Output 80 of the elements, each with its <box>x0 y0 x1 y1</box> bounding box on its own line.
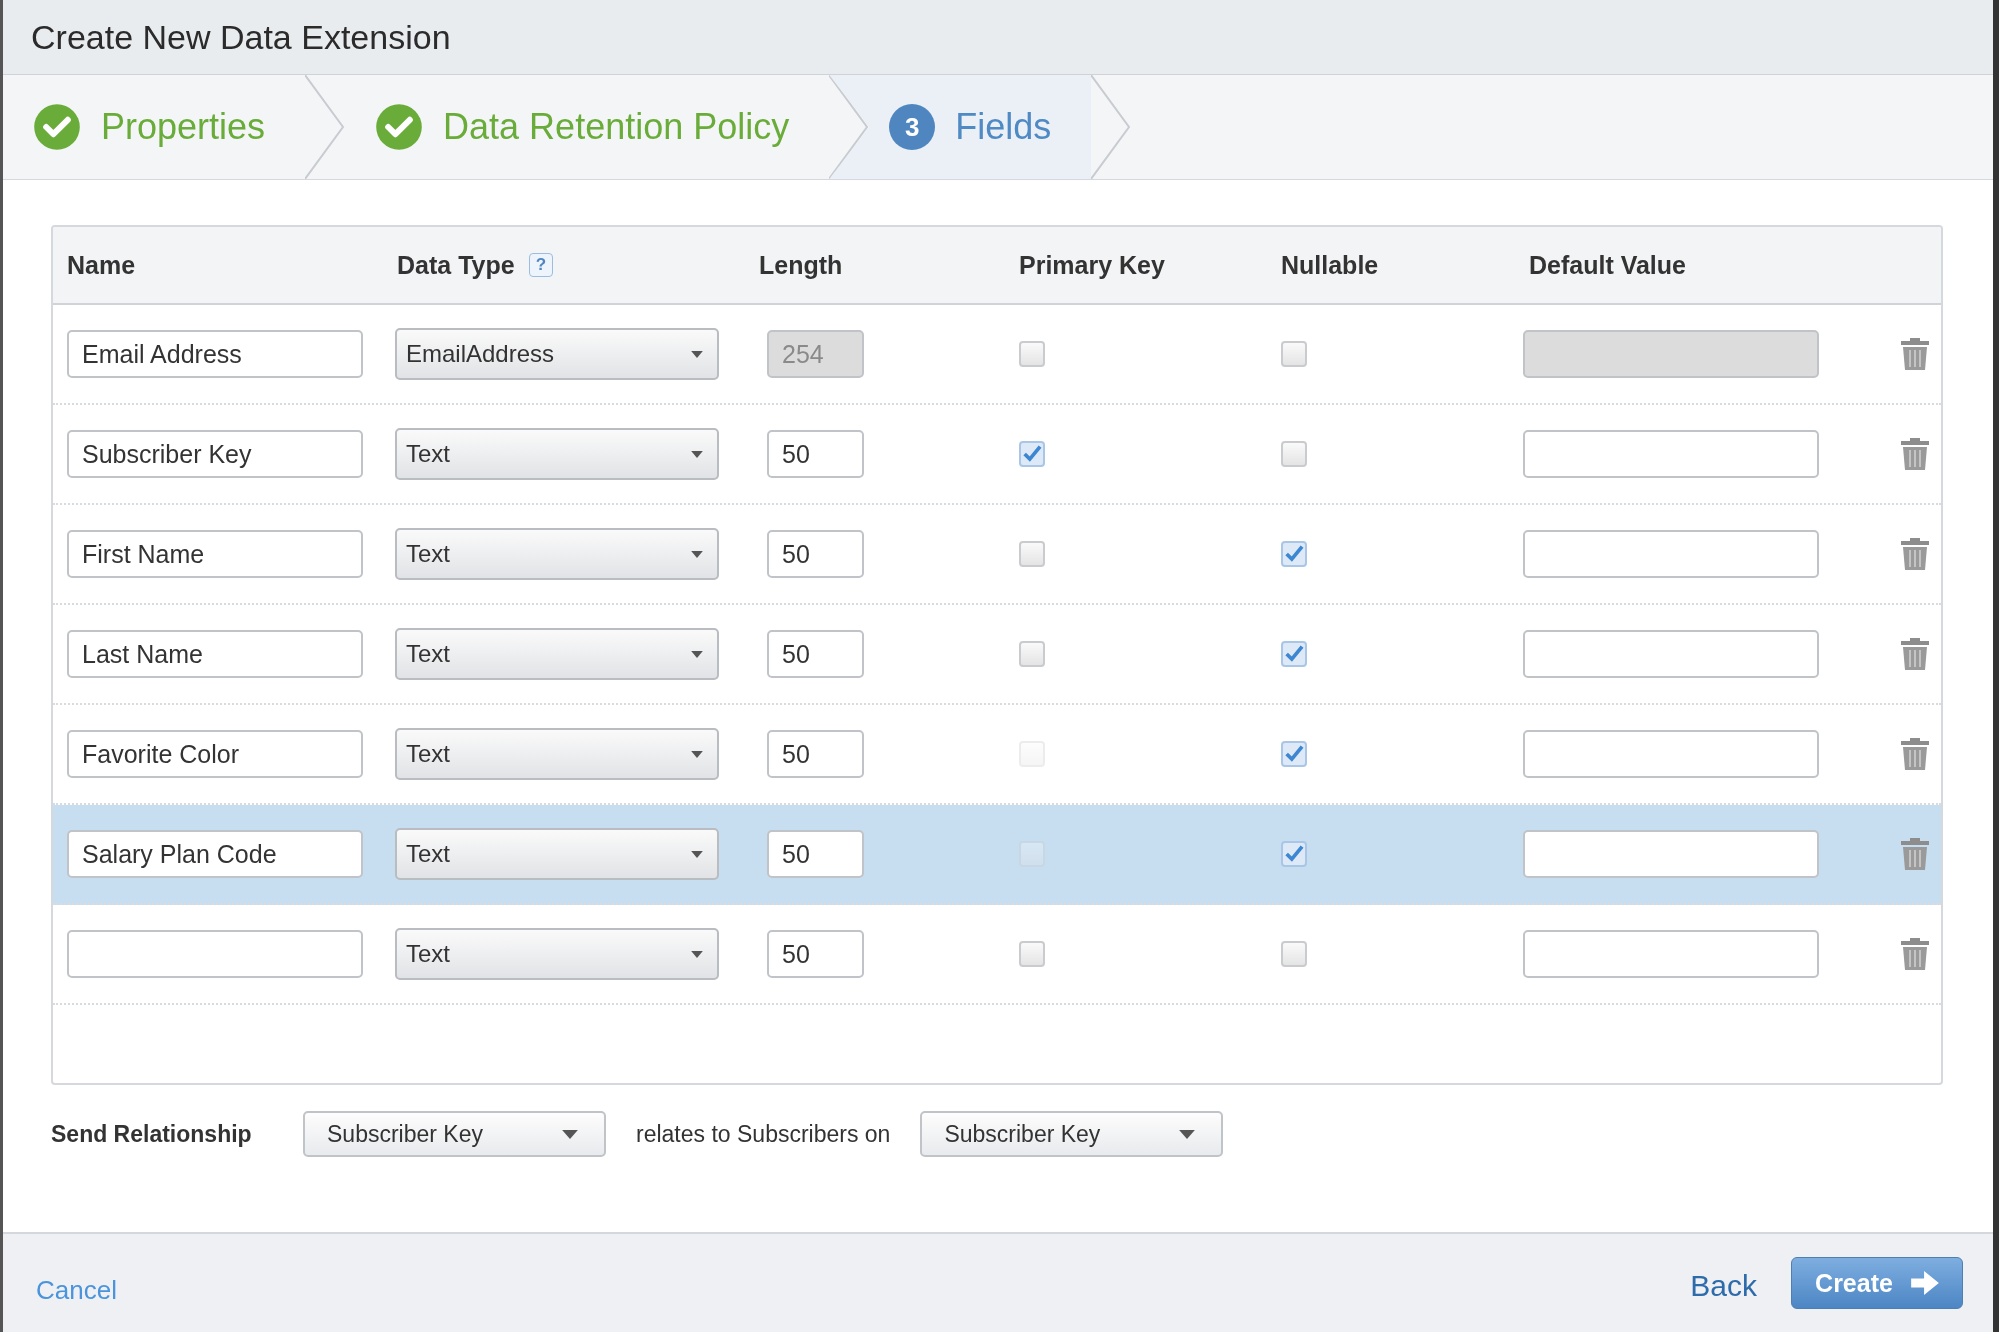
data-type-dropdown[interactable]: Text <box>395 628 719 680</box>
trash-icon[interactable] <box>1901 938 1929 970</box>
length-field[interactable]: 50 <box>767 730 864 778</box>
nullable-checkbox[interactable] <box>1281 741 1307 767</box>
caret-icon <box>691 750 703 758</box>
primary-key-checkbox[interactable] <box>1019 441 1045 467</box>
primary-key-checkbox[interactable] <box>1019 941 1045 967</box>
trash-icon[interactable] <box>1901 538 1929 570</box>
name-field[interactable] <box>67 930 363 978</box>
primary-key-checkbox[interactable] <box>1019 541 1045 567</box>
data-type-dropdown[interactable]: Text <box>395 728 719 780</box>
name-field[interactable]: Email Address <box>67 330 363 378</box>
column-header: Length <box>759 250 843 280</box>
length-field[interactable]: 50 <box>767 430 864 478</box>
check-circle-icon <box>33 103 81 151</box>
table-row[interactable]: Text 50 <box>53 905 1941 1005</box>
data-type-dropdown[interactable]: EmailAddress <box>395 328 719 380</box>
wizard-step: Data Retention Policy <box>345 75 830 179</box>
arrow-right-icon <box>1910 1271 1939 1295</box>
primary-key-checkbox[interactable] <box>1019 641 1045 667</box>
nullable-checkbox[interactable] <box>1281 441 1307 467</box>
table-row[interactable]: Email Address EmailAddress 254 <box>53 305 1941 405</box>
caret-icon <box>691 350 703 358</box>
default-value-field[interactable] <box>1523 530 1819 578</box>
caret-icon <box>691 950 703 958</box>
default-value-field[interactable] <box>1523 830 1819 878</box>
name-field[interactable]: Favorite Color <box>67 730 363 778</box>
default-value-field[interactable] <box>1523 630 1819 678</box>
nullable-checkbox[interactable] <box>1281 541 1307 567</box>
primary-key-checkbox[interactable] <box>1019 341 1045 367</box>
name-field[interactable]: Subscriber Key <box>67 430 363 478</box>
caret-icon <box>691 650 703 658</box>
nullable-checkbox[interactable] <box>1281 641 1307 667</box>
length-field[interactable]: 50 <box>767 830 864 878</box>
trash-icon[interactable] <box>1901 638 1929 670</box>
caret-icon <box>691 550 703 558</box>
length-field[interactable]: 50 <box>767 530 864 578</box>
subscribers-dropdown[interactable]: Subscriber Key <box>920 1111 1224 1157</box>
length-field[interactable]: 50 <box>767 630 864 678</box>
length-field[interactable]: 50 <box>767 930 864 978</box>
step-number: 3 <box>889 104 936 150</box>
wizard-step: Properties <box>3 75 306 179</box>
table-row[interactable]: First Name Text 50 <box>53 505 1941 605</box>
trash-icon[interactable] <box>1901 438 1929 470</box>
default-value-field[interactable] <box>1523 430 1819 478</box>
nullable-checkbox[interactable] <box>1281 341 1307 367</box>
column-header: Name <box>67 250 136 280</box>
trash-icon[interactable] <box>1901 738 1929 770</box>
table-row[interactable]: Subscriber Key Text 50 <box>53 405 1941 505</box>
column-header: Data Type <box>397 250 515 280</box>
caret-icon <box>691 450 703 458</box>
selected-row[interactable]: Salary Plan Code Text 50 <box>53 805 1941 905</box>
back-link[interactable]: Back <box>1690 1269 1757 1303</box>
caret-icon <box>562 1129 578 1139</box>
data-type-dropdown[interactable]: Text <box>395 828 719 880</box>
caret-icon <box>1179 1129 1196 1139</box>
column-header: Primary Key <box>1019 250 1165 280</box>
relates-text: relates to Subscribers on <box>636 1120 891 1148</box>
send-relationship-label: Send Relationship <box>51 1120 253 1148</box>
nullable-checkbox[interactable] <box>1281 841 1307 867</box>
column-header: Nullable <box>1281 250 1379 280</box>
trash-icon[interactable] <box>1901 838 1929 870</box>
name-field[interactable]: Salary Plan Code <box>67 830 363 878</box>
trash-icon[interactable] <box>1901 338 1929 370</box>
check-circle-icon <box>375 103 424 151</box>
data-type-dropdown[interactable]: Text <box>395 928 719 980</box>
default-value-field[interactable] <box>1523 930 1819 978</box>
name-field[interactable]: First Name <box>67 530 363 578</box>
default-value-field[interactable] <box>1523 730 1819 778</box>
caret-icon <box>691 850 703 858</box>
nullable-checkbox[interactable] <box>1281 941 1307 967</box>
name-field[interactable]: Last Name <box>67 630 363 678</box>
wizard-step: 3 Fields <box>829 75 1092 179</box>
column-header: Default Value <box>1529 250 1686 280</box>
relationship-dropdown[interactable]: Subscriber Key <box>303 1111 606 1157</box>
table-row[interactable]: Favorite Color Text 50 <box>53 705 1941 805</box>
table-row[interactable]: Last Name Text 50 <box>53 605 1941 705</box>
window-title: Create New Data Extension <box>31 17 451 57</box>
data-type-dropdown[interactable]: Text <box>395 528 719 580</box>
data-type-dropdown[interactable]: Text <box>395 428 719 480</box>
